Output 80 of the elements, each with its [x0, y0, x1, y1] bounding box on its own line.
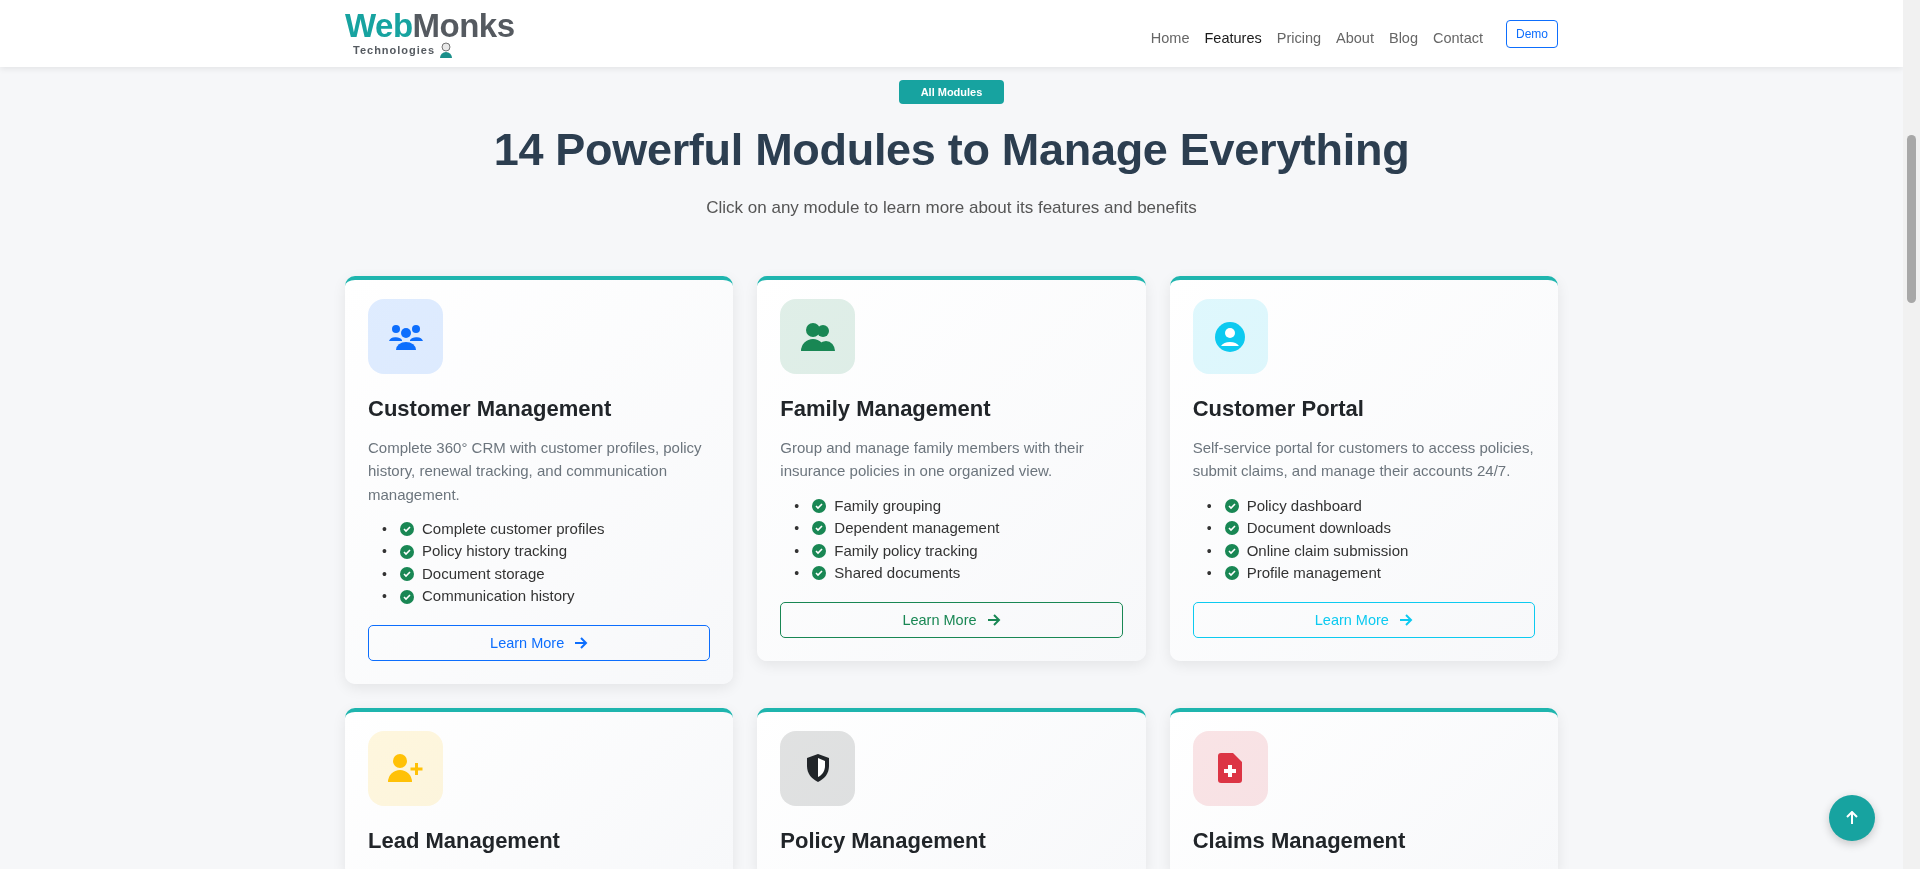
check-icon — [400, 522, 414, 536]
logo-text[interactable]: Web — [345, 9, 413, 42]
module-card[interactable]: Lead Management — [345, 707, 734, 869]
user-circle-icon — [1214, 320, 1247, 353]
module-card[interactable] — [345, 276, 734, 684]
scrollbar-thumb[interactable] — [1907, 135, 1916, 303]
arrow-up-icon — [1846, 811, 1858, 825]
bullet: • — [382, 564, 388, 584]
learn-more-button[interactable]: Learn More — [368, 624, 711, 661]
feature-text: Policy dashboard — [1246, 495, 1362, 516]
logo-text[interactable]: Monks — [412, 9, 515, 42]
check-icon — [1224, 543, 1239, 558]
shield-icon — [804, 753, 831, 784]
check-icon — [812, 498, 827, 513]
check-icon — [812, 566, 827, 581]
module-title: Lead Management — [368, 827, 561, 854]
nav-link[interactable]: Pricing — [1276, 29, 1322, 46]
module-description: Self-service portal for customers to access policies, submit claims, and manage their accounts 24/7. — [1192, 438, 1535, 482]
module-card[interactable]: Claims Management — [1169, 707, 1558, 869]
people-icon — [800, 322, 835, 351]
bullet: • — [794, 496, 801, 516]
check-icon — [812, 543, 827, 558]
check-icon — [1224, 498, 1239, 513]
section-subtitle: Click on any module to learn more about its features and benefits — [706, 198, 1197, 218]
bullet: • — [1206, 541, 1213, 561]
feature-text: Family grouping — [834, 495, 942, 516]
bullet: • — [794, 564, 801, 583]
scrollbar[interactable] — [1903, 0, 1920, 869]
section-badge: All Modules — [898, 80, 1005, 104]
module-title: Customer Management — [368, 396, 613, 422]
bullet: • — [794, 519, 801, 538]
module-card[interactable] — [1169, 276, 1558, 661]
feature-text: Shared documents — [834, 563, 961, 583]
nav-link[interactable]: Home — [1150, 29, 1190, 46]
check-icon — [1224, 566, 1239, 581]
bullet: • — [382, 542, 388, 562]
arrow-right-icon — [986, 613, 1001, 626]
module-title: Customer Portal — [1192, 396, 1365, 422]
feature-text: Communication history — [422, 586, 575, 607]
nav-link[interactable]: Contact — [1433, 29, 1483, 46]
check-icon — [400, 544, 414, 559]
bullet: • — [1206, 519, 1213, 538]
module-title: Family Management — [780, 396, 992, 422]
nav-link[interactable]: Features — [1204, 29, 1262, 46]
feature-text: Family policy tracking — [834, 540, 978, 561]
check-icon — [812, 521, 827, 536]
module-title: Claims Management — [1192, 827, 1407, 854]
bullet: • — [794, 541, 801, 561]
module-title: Policy Management — [780, 827, 987, 854]
logo-tagline: Technologies — [353, 44, 436, 56]
feature-text: Complete customer profiles — [422, 518, 605, 539]
feature-text: Document downloads — [1246, 518, 1391, 538]
feature-text: Online claim submission — [1246, 540, 1409, 561]
group-icon — [387, 323, 424, 350]
feature-text: Dependent management — [834, 518, 1000, 538]
section-title: 14 Powerful Modules to Manage Everything — [493, 124, 1410, 176]
demo-button[interactable]: Demo — [1506, 19, 1558, 48]
bullet: • — [1206, 496, 1213, 516]
module-description: Group and manage family members with their insurance policies in one organized view. — [780, 438, 1085, 482]
bullet: • — [382, 519, 388, 539]
feature-text: Document storage — [422, 563, 545, 584]
bullet: • — [382, 587, 388, 607]
medical-file-icon — [1218, 753, 1243, 784]
check-icon — [400, 589, 414, 604]
arrow-right-icon — [1398, 613, 1413, 626]
nav-link[interactable]: About — [1336, 29, 1374, 46]
module-description: Complete 360° CRM with customer profiles, policy history, renewal tracking, and communication management. — [368, 438, 703, 505]
feature-text: Profile management — [1246, 563, 1381, 583]
back-to-top-button[interactable] — [1829, 795, 1875, 841]
feature-text: Policy history tracking — [422, 541, 568, 562]
nav-link[interactable]: Blog — [1388, 29, 1418, 46]
learn-more-button[interactable]: Learn More — [780, 601, 1123, 638]
module-card[interactable]: Family Management Group and manage family members with their insurance policies in one organized view. • Family grouping • Dependent management • Family policy tracking • Shared documents Learn More — [757, 276, 1146, 661]
check-icon — [400, 567, 414, 581]
mascot-icon — [438, 42, 455, 58]
arrow-right-icon — [574, 636, 589, 649]
add-user-icon — [387, 754, 424, 783]
bullet: • — [1206, 564, 1213, 583]
module-card[interactable]: Policy Management — [757, 707, 1146, 869]
check-icon — [1224, 521, 1239, 536]
